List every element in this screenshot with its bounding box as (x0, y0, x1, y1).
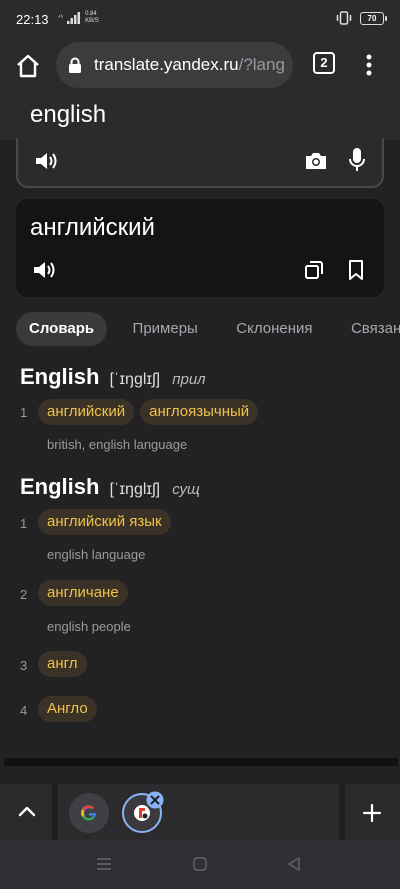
tab-strip (0, 784, 400, 840)
sense-number: 1 (20, 405, 28, 420)
translation-chip[interactable]: английский (38, 399, 135, 425)
synonyms: english language (47, 547, 146, 562)
signal-icon (67, 12, 81, 24)
part-of-speech: сущ (172, 481, 200, 498)
translation-chips: английский язык (38, 509, 171, 535)
status-right: 70 (336, 11, 387, 25)
strip-separator (339, 784, 345, 840)
translation-chip[interactable]: англичане (38, 580, 128, 606)
address-bar[interactable]: translate.yandex.ru/?lang (56, 42, 293, 88)
speaker-icon[interactable] (34, 150, 60, 172)
tab-declensions[interactable]: Склонения (223, 312, 325, 346)
source-controls (16, 138, 384, 188)
sense-number: 2 (20, 587, 28, 602)
translation-text: английский (30, 214, 155, 241)
vibrate-icon (336, 11, 352, 25)
dictionary-tabs: Словарь Примеры Склонения Связанн (16, 312, 400, 346)
copy-icon[interactable] (304, 260, 324, 280)
status-time: 22:13 (16, 12, 49, 27)
back-nav-icon[interactable] (286, 856, 302, 872)
url-text: translate.yandex.ru/?lang (94, 55, 285, 75)
headword: English (20, 474, 100, 499)
translation-chip[interactable]: Англо (38, 696, 97, 722)
translation-chips: англ (38, 651, 87, 677)
speed-value: 0.84 (85, 11, 97, 17)
browser-toolbar: translate.yandex.ru/?lang 2 (0, 38, 400, 94)
content-divider (4, 758, 398, 766)
url-path: /?lang (238, 55, 285, 74)
sense-number: 1 (20, 516, 28, 531)
google-icon (81, 805, 96, 821)
sense-number: 4 (20, 703, 28, 718)
part-of-speech: прил (172, 371, 206, 388)
strip-separator (52, 784, 58, 840)
battery-icon: 70 (360, 11, 387, 25)
dictionary-entry-headword: English [ˈɪŋglɪʃ] прил (20, 364, 206, 390)
network-speed: 0.84 KB/S (85, 11, 99, 25)
url-host: translate.yandex.ru (94, 55, 239, 74)
translation-chips: английский англоязычный (38, 399, 259, 425)
network-type: ⁴⁶ (58, 14, 64, 21)
translation-chip[interactable]: английский язык (38, 509, 171, 535)
source-input-area[interactable]: english (0, 94, 400, 140)
translation-chip[interactable]: англ (38, 651, 87, 677)
source-text[interactable]: english (30, 101, 106, 129)
tab-related[interactable]: Связанн (338, 312, 400, 346)
recents-menu-icon[interactable] (95, 857, 113, 871)
home-icon[interactable] (14, 52, 42, 80)
chevron-up-icon[interactable] (17, 804, 37, 818)
lock-icon (69, 57, 81, 73)
system-navigation-bar (0, 840, 400, 889)
speaker-icon[interactable] (32, 259, 58, 281)
close-tab-icon[interactable] (146, 791, 164, 809)
translation-chips: англичане (38, 580, 128, 606)
sense-number: 3 (20, 658, 28, 673)
synonyms: english people (47, 619, 131, 634)
tab-examples[interactable]: Примеры (120, 312, 211, 346)
tab-dictionary[interactable]: Словарь (16, 312, 108, 346)
headword: English (20, 364, 100, 389)
transcription: [ˈɪŋglɪʃ] (109, 371, 161, 388)
tab-favicon-google[interactable] (69, 793, 109, 833)
dictionary-entry-headword: English [ˈɪŋglɪʃ] сущ (20, 474, 200, 500)
translation-card: английский (16, 199, 384, 297)
home-nav-icon[interactable] (192, 856, 208, 872)
bookmark-icon[interactable] (348, 259, 364, 281)
network-indicator: ⁴⁶ 0.84 KB/S (58, 11, 99, 25)
translation-chips: Англо (38, 696, 97, 722)
translation-chip[interactable]: англоязычный (140, 399, 259, 425)
microphone-icon[interactable] (348, 147, 366, 173)
new-tab-icon[interactable] (363, 804, 381, 822)
camera-icon[interactable] (304, 150, 328, 172)
synonyms: british, english language (47, 437, 188, 452)
status-bar: 22:13 ⁴⁶ 0.84 KB/S 70 (0, 0, 400, 38)
transcription: [ˈɪŋglɪʃ] (109, 481, 161, 498)
speed-unit: KB/S (85, 18, 99, 24)
more-options-icon[interactable] (360, 50, 378, 80)
tab-switcher-button[interactable]: 2 (313, 52, 335, 74)
